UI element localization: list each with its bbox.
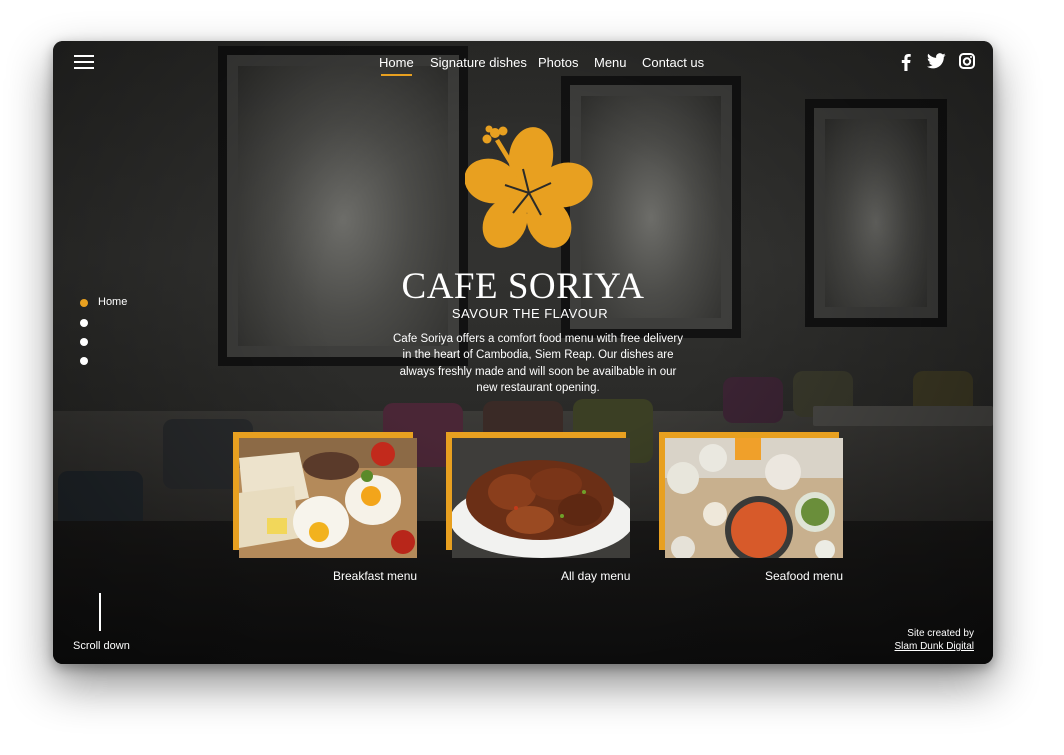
nav-item-contact-us[interactable]: Contact us bbox=[642, 55, 704, 70]
browser-viewport: Home Signature dishes Photos Menu Contac… bbox=[53, 41, 993, 664]
breakfast-menu-card[interactable] bbox=[233, 432, 417, 560]
breakfast-menu-link[interactable]: Breakfast menu bbox=[333, 569, 417, 583]
main-navigation: Home Signature dishes Photos Menu Contac… bbox=[53, 55, 993, 76]
all-day-menu-link[interactable]: All day menu bbox=[561, 569, 630, 583]
seafood-menu-card[interactable] bbox=[659, 432, 843, 560]
seafood-photo bbox=[665, 438, 843, 558]
site-title: CAFE SORIYA bbox=[401, 266, 645, 307]
credit-link[interactable]: Slam Dunk Digital bbox=[895, 641, 974, 652]
hero-description: Cafe Soriya offers a comfort food menu w… bbox=[393, 333, 683, 394]
site-credit: Site created by Slam Dunk Digital bbox=[895, 627, 974, 653]
section-dot-home[interactable]: Home bbox=[80, 296, 127, 308]
section-dot-2[interactable] bbox=[80, 319, 88, 327]
hibiscus-flower-logo bbox=[464, 119, 597, 251]
breakfast-photo bbox=[239, 438, 417, 558]
section-dot-label: Home bbox=[98, 296, 128, 308]
nav-item-signature-dishes[interactable]: Signature dishes bbox=[430, 55, 527, 70]
instagram-icon[interactable] bbox=[959, 53, 975, 73]
seafood-menu-link[interactable]: Seafood menu bbox=[765, 569, 843, 583]
credit-text: Site created by bbox=[907, 628, 974, 639]
section-dot-4[interactable] bbox=[80, 357, 88, 365]
scroll-down-link[interactable]: Scroll down bbox=[73, 640, 130, 652]
site-tagline: SAVOUR THE FLAVOUR bbox=[451, 306, 609, 321]
nav-item-photos[interactable]: Photos bbox=[538, 55, 578, 70]
all-day-menu-card[interactable] bbox=[446, 432, 630, 560]
all-day-photo bbox=[452, 438, 630, 558]
nav-item-home[interactable]: Home bbox=[379, 55, 414, 76]
section-dot-3[interactable] bbox=[80, 338, 88, 346]
scroll-down-indicator-line bbox=[99, 593, 101, 631]
facebook-icon[interactable] bbox=[901, 53, 911, 73]
twitter-icon[interactable] bbox=[927, 53, 947, 73]
nav-item-menu[interactable]: Menu bbox=[594, 55, 627, 70]
